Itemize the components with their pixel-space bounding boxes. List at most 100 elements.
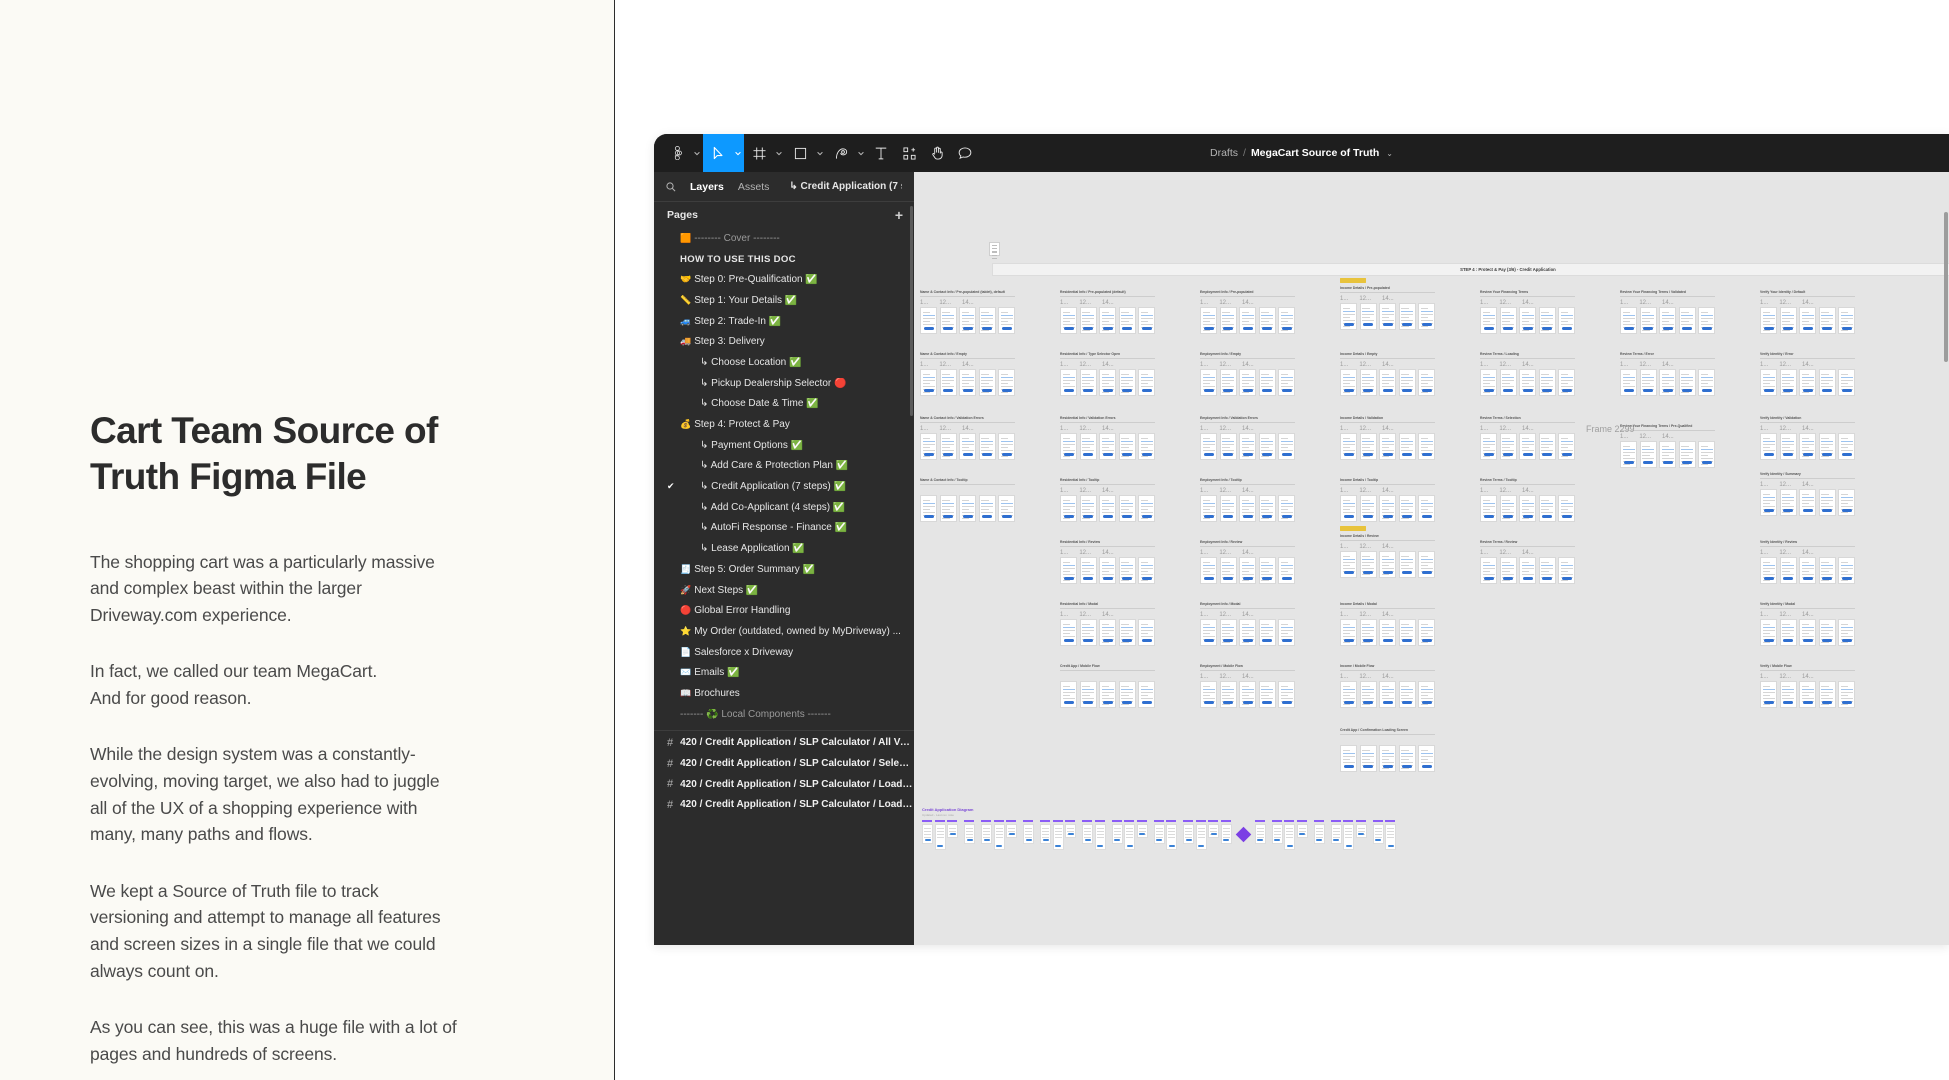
screen-thumbnail[interactable] — [1659, 306, 1676, 334]
page-list-item[interactable]: ⭐ My Order (outdated, owned by MyDriveway… — [654, 621, 914, 642]
flow-node-group[interactable] — [1040, 820, 1076, 850]
screen-thumbnail[interactable] — [1239, 680, 1256, 708]
screen-thumbnail[interactable] — [1219, 618, 1237, 646]
screen-thumbnail[interactable] — [1340, 494, 1357, 522]
screen-thumbnail[interactable] — [1340, 680, 1357, 708]
flow-node-group[interactable] — [1330, 820, 1367, 850]
screen-thumbnail[interactable] — [1519, 432, 1536, 460]
screen-thumbnail[interactable] — [939, 306, 957, 334]
screen-cluster[interactable]: Income Details / Modal 1... 12... 14... — [1340, 602, 1435, 646]
screen-thumbnail[interactable] — [1818, 432, 1836, 460]
flow-node-card[interactable] — [1065, 823, 1076, 838]
screen-thumbnail[interactable] — [998, 432, 1015, 460]
flow-node-card[interactable] — [1208, 823, 1219, 838]
flow-node-card[interactable] — [1271, 823, 1283, 844]
screen-thumbnail[interactable] — [1200, 432, 1217, 460]
flow-node-card[interactable] — [1195, 823, 1207, 850]
screen-cluster[interactable]: Employment / Mobile Flow 1... 12... 14... — [1200, 664, 1295, 708]
screen-thumbnail[interactable] — [1258, 306, 1276, 334]
screen-thumbnail[interactable] — [1760, 556, 1777, 584]
screen-cluster[interactable]: Residential Info / Type Selector Open 1..… — [1060, 352, 1155, 396]
screen-thumbnail[interactable] — [1079, 618, 1097, 646]
screen-thumbnail[interactable] — [1519, 556, 1536, 584]
flow-decision-node[interactable] — [1235, 826, 1251, 843]
canvas-scrollbar[interactable] — [1944, 212, 1948, 362]
flow-node[interactable] — [1208, 820, 1219, 838]
screen-cluster[interactable]: Income / Mobile Flow 1... 12... 14... — [1340, 664, 1435, 708]
screen-thumbnail[interactable] — [1118, 680, 1136, 708]
screen-thumbnail[interactable] — [1258, 368, 1276, 396]
flow-node-group[interactable] — [1082, 820, 1106, 850]
screen-thumbnail[interactable] — [1818, 680, 1836, 708]
screen-thumbnail[interactable] — [1079, 494, 1097, 522]
screen-thumbnail[interactable] — [1620, 440, 1637, 468]
sticky-note-badge[interactable] — [1340, 278, 1366, 283]
screen-thumbnail[interactable] — [1278, 306, 1295, 334]
screen-thumbnail[interactable] — [1779, 306, 1797, 334]
layer-list-item[interactable]: #420 / Credit Application / SLP Calculat… — [654, 795, 914, 816]
screen-thumbnail[interactable] — [1558, 368, 1575, 396]
flow-node[interactable] — [934, 820, 946, 850]
screen-thumbnail[interactable] — [1558, 494, 1575, 522]
screen-thumbnail[interactable] — [1060, 680, 1077, 708]
screen-thumbnail[interactable] — [1838, 306, 1855, 334]
flow-node-card[interactable] — [993, 823, 1005, 850]
screen-thumbnail[interactable] — [1818, 556, 1836, 584]
screen-thumbnail[interactable] — [1099, 494, 1116, 522]
flow-node-card[interactable] — [1166, 823, 1177, 850]
screen-thumbnail[interactable] — [1418, 550, 1435, 578]
screen-thumbnail[interactable] — [1379, 680, 1396, 708]
page-list-item[interactable]: ↳ Choose Location ✅ — [654, 352, 914, 373]
screen-thumbnail[interactable] — [1200, 306, 1217, 334]
flow-node[interactable] — [1284, 820, 1295, 850]
screen-cluster[interactable]: Residential Info / Tooltip 1... 12... 14... — [1060, 478, 1155, 522]
screen-thumbnail[interactable] — [1760, 680, 1777, 708]
screen-thumbnail[interactable] — [998, 306, 1015, 334]
current-page-chip[interactable]: ↳ Credit Application (7 s... ⌃ — [789, 181, 902, 192]
screen-thumbnail[interactable] — [959, 494, 976, 522]
screen-cluster[interactable]: Review Your Financing Terms / Validated 1… — [1620, 290, 1715, 334]
screen-thumbnail[interactable] — [1779, 432, 1797, 460]
screen-cluster[interactable]: Credit App / Confirmation Loading Screen — [1340, 728, 1435, 772]
screen-thumbnail[interactable] — [1138, 494, 1155, 522]
comment-tool-icon[interactable] — [951, 134, 979, 172]
screen-thumbnail[interactable] — [1558, 306, 1575, 334]
screen-thumbnail[interactable] — [1278, 432, 1295, 460]
page-list-item[interactable]: ✔ ↳ Credit Application (7 steps) ✅ — [654, 476, 914, 497]
page-list-item[interactable]: 📏 Step 1: Your Details ✅ — [654, 290, 914, 311]
page-list-item[interactable]: ↳ Add Care & Protection Plan ✅ — [654, 456, 914, 477]
screen-thumbnail[interactable] — [1239, 432, 1256, 460]
screen-thumbnail[interactable] — [1118, 556, 1136, 584]
screen-thumbnail[interactable] — [1838, 368, 1855, 396]
flow-node[interactable] — [1006, 820, 1017, 838]
screen-thumbnail[interactable] — [1398, 744, 1416, 772]
screen-thumbnail[interactable] — [998, 368, 1015, 396]
pen-tool-icon[interactable] — [826, 134, 854, 172]
screen-cluster[interactable]: Employment Info / Pre-populated 1... 12...… — [1200, 290, 1295, 334]
screen-thumbnail[interactable] — [939, 494, 957, 522]
screen-thumbnail[interactable] — [1639, 368, 1657, 396]
page-list-item[interactable]: 🤝 Step 0: Pre-Qualification ✅ — [654, 269, 914, 290]
screen-thumbnail[interactable] — [1639, 306, 1657, 334]
flow-node-group[interactable] — [922, 820, 958, 850]
screen-thumbnail[interactable] — [1219, 368, 1237, 396]
screen-cluster[interactable]: Income Details / Empty 1... 12... 14... — [1340, 352, 1435, 396]
screen-thumbnail[interactable] — [1799, 306, 1816, 334]
flow-node-group[interactable] — [1271, 820, 1308, 850]
flow-node-card[interactable] — [1372, 823, 1384, 844]
layer-list-item[interactable]: #420 / Credit Application / SLP Calculat… — [654, 774, 914, 795]
page-list-item[interactable]: HOW TO USE THIS DOC — [654, 249, 914, 270]
screen-thumbnail[interactable] — [1379, 368, 1396, 396]
screen-cluster[interactable]: Income Details / Pre-populated 1... 12... 1… — [1340, 278, 1435, 330]
screen-thumbnail[interactable] — [1398, 494, 1416, 522]
figma-menu-caret-icon[interactable] — [690, 134, 703, 172]
screen-thumbnail[interactable] — [1278, 680, 1295, 708]
screen-thumbnail[interactable] — [1379, 744, 1396, 772]
screen-thumbnail[interactable] — [1278, 618, 1295, 646]
screen-thumbnail[interactable] — [920, 368, 937, 396]
screen-thumbnail[interactable] — [1838, 488, 1855, 516]
screen-thumbnail[interactable] — [1480, 306, 1497, 334]
screen-thumbnail[interactable] — [1398, 550, 1416, 578]
screen-cluster[interactable]: Residential Info / Modal 1... 12... 14... — [1060, 602, 1155, 646]
flow-node[interactable] — [1330, 820, 1342, 844]
